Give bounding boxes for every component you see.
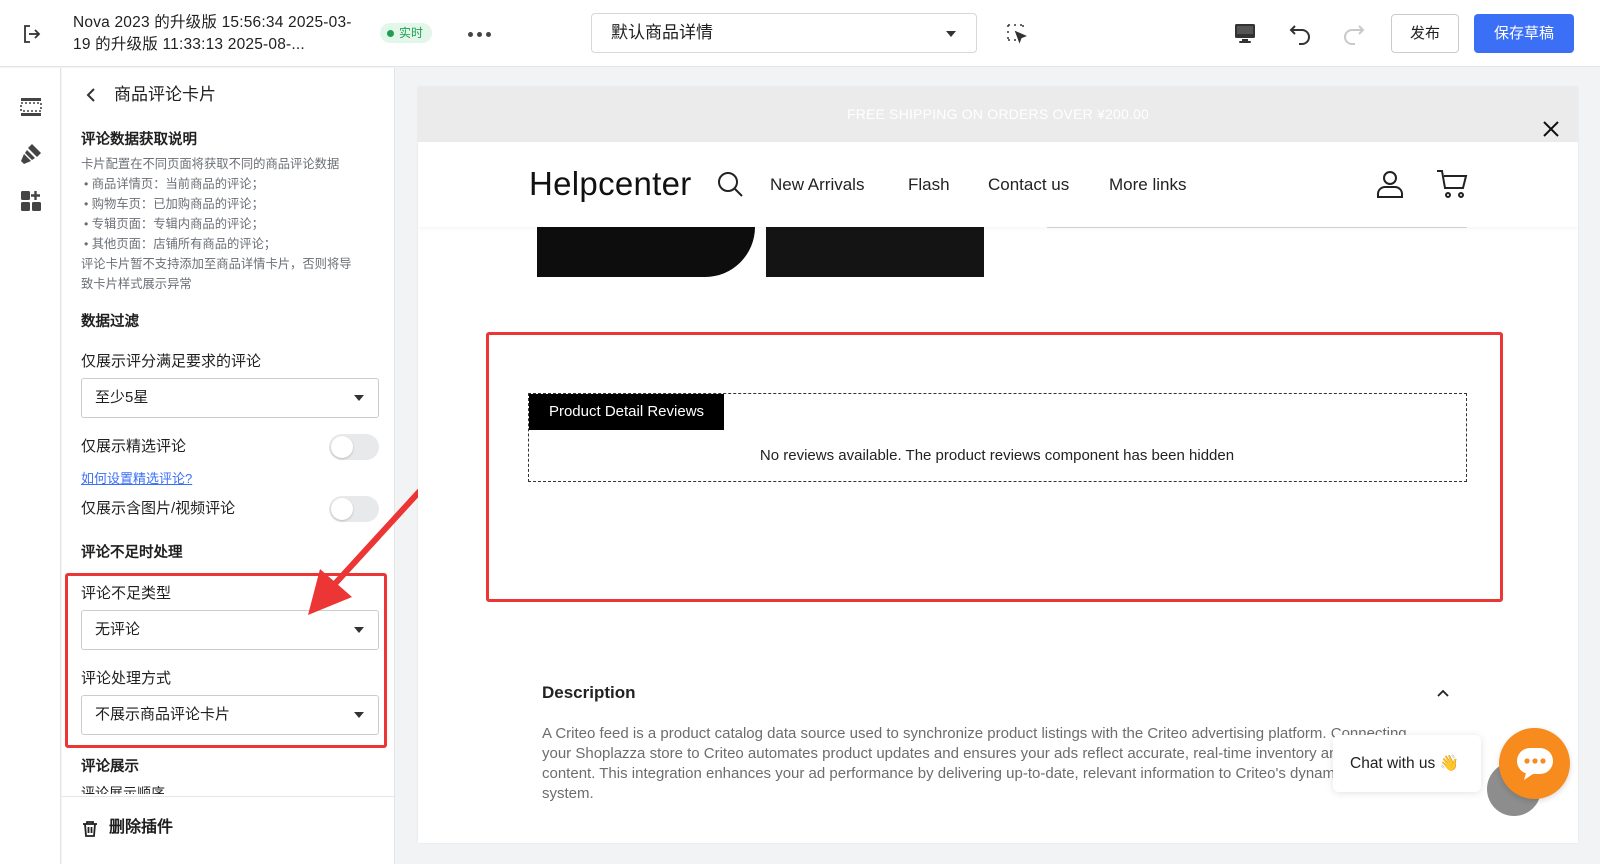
rating-filter-value: 至少5星 bbox=[95, 389, 149, 406]
display-heading: 评论展示 bbox=[81, 759, 139, 775]
data-source-heading: 评论数据获取说明 bbox=[81, 132, 197, 148]
rating-filter-label: 仅展示评分满足要求的评论 bbox=[81, 353, 262, 370]
element-select-icon[interactable] bbox=[1006, 23, 1028, 45]
media-filter-label: 仅展示含图片/视频评论 bbox=[81, 500, 236, 517]
delete-plugin-button[interactable]: 删除插件 bbox=[109, 816, 173, 840]
save-draft-button[interactable]: 保存草稿 bbox=[1474, 14, 1574, 53]
nav-link-more[interactable]: More links bbox=[1109, 174, 1186, 196]
rating-filter-select[interactable]: 至少5星 bbox=[81, 378, 379, 418]
featured-help-link[interactable]: 如何设置精选评论? bbox=[81, 470, 192, 488]
page-template-value: 默认商品详情 bbox=[611, 23, 713, 42]
featured-filter-label: 仅展示精选评论 bbox=[81, 438, 187, 455]
store-logo[interactable]: Helpcenter bbox=[529, 164, 692, 204]
insufficient-heading: 评论不足时处理 bbox=[81, 545, 183, 561]
description-heading[interactable]: Description bbox=[542, 682, 636, 704]
cart-icon[interactable] bbox=[1436, 169, 1468, 199]
featured-filter-toggle[interactable] bbox=[329, 434, 379, 460]
insufficient-type-label: 评论不足类型 bbox=[81, 585, 172, 602]
exit-icon[interactable] bbox=[20, 22, 44, 46]
chevron-up-icon[interactable] bbox=[1436, 686, 1450, 700]
reviews-empty-message: No reviews available. The product review… bbox=[759, 447, 1235, 464]
description-line: • 其他页面：店铺所有商品的评论； bbox=[84, 237, 277, 251]
product-image[interactable] bbox=[766, 227, 984, 277]
chevron-down-icon bbox=[946, 31, 956, 37]
undo-icon[interactable] bbox=[1287, 20, 1313, 46]
filter-heading: 数据过滤 bbox=[81, 314, 139, 330]
storefront-preview: FREE SHIPPING ON ORDERS OVER ¥200.00 Hel… bbox=[418, 87, 1578, 843]
handling-method-value: 不展示商品评论卡片 bbox=[95, 706, 231, 723]
description-line: 致卡片样式展示异常 bbox=[81, 277, 192, 291]
trash-icon[interactable] bbox=[81, 820, 99, 838]
more-options-icon[interactable] bbox=[468, 24, 494, 44]
nav-link-flash[interactable]: Flash bbox=[908, 174, 950, 196]
chevron-down-icon bbox=[354, 712, 364, 718]
search-icon[interactable] bbox=[716, 170, 744, 198]
nav-link-new-arrivals[interactable]: New Arrivals bbox=[770, 174, 864, 196]
handling-method-select[interactable]: 不展示商品评论卡片 bbox=[81, 695, 379, 735]
product-reviews-placeholder[interactable]: Product Detail Reviews No reviews availa… bbox=[528, 393, 1467, 482]
panel-title: 商品评论卡片 bbox=[114, 85, 216, 104]
editor-left-rail bbox=[0, 68, 61, 864]
panel-footer: 删除插件 bbox=[62, 796, 394, 864]
theme-version-title[interactable]: Nova 2023 的升级版 15:56:34 2025-03-19 的升级版 … bbox=[73, 12, 363, 56]
back-chevron-icon[interactable] bbox=[84, 87, 100, 103]
product-image[interactable] bbox=[537, 227, 755, 277]
reviews-section-tag: Product Detail Reviews bbox=[529, 394, 724, 430]
chat-icon bbox=[1517, 748, 1553, 780]
description-text: A Criteo feed is a product catalog data … bbox=[542, 725, 1422, 802]
chat-prompt-bubble[interactable]: Chat with us 👋 bbox=[1333, 735, 1481, 792]
chat-launcher-button[interactable] bbox=[1499, 728, 1570, 799]
description-line: 卡片配置在不同页面将获取不同的商品评论数据 bbox=[81, 157, 340, 171]
theme-style-icon[interactable] bbox=[19, 142, 43, 166]
page-template-select[interactable]: 默认商品详情 bbox=[591, 13, 977, 53]
account-icon[interactable] bbox=[1375, 169, 1405, 199]
chevron-down-icon bbox=[354, 627, 364, 633]
live-label: 实时 bbox=[399, 26, 424, 40]
redo-icon[interactable] bbox=[1341, 20, 1367, 46]
description-line: • 专辑页面：专辑内商品的评论； bbox=[84, 217, 264, 231]
handling-method-label: 评论处理方式 bbox=[81, 670, 172, 687]
sections-icon[interactable] bbox=[19, 94, 43, 118]
apps-icon[interactable] bbox=[19, 189, 43, 213]
insufficient-type-value: 无评论 bbox=[95, 621, 141, 638]
description-line: 评论卡片暂不支持添加至商品详情卡片，否则将导 bbox=[81, 257, 352, 271]
divider bbox=[1047, 227, 1467, 228]
site-header: Helpcenter New Arrivals Flash Contact us… bbox=[418, 142, 1578, 227]
description-line: • 商品详情页：当前商品的评论； bbox=[84, 177, 264, 191]
chevron-down-icon bbox=[354, 395, 364, 401]
description-line: • 购物车页：已加购商品的评论； bbox=[84, 197, 264, 211]
live-status-badge: 实时 bbox=[380, 23, 433, 43]
nav-link-contact[interactable]: Contact us bbox=[988, 174, 1069, 196]
announcement-bar: FREE SHIPPING ON ORDERS OVER ¥200.00 bbox=[418, 87, 1578, 142]
data-source-description: 卡片配置在不同页面将获取不同的商品评论数据 • 商品详情页：当前商品的评论； •… bbox=[81, 154, 381, 294]
editor-topbar: Nova 2023 的升级版 15:56:34 2025-03-19 的升级版 … bbox=[0, 0, 1600, 67]
close-icon[interactable] bbox=[1542, 106, 1560, 137]
live-dot-icon bbox=[387, 29, 394, 37]
desktop-preview-icon[interactable] bbox=[1232, 20, 1258, 46]
display-order-label: 评论展示顺序 bbox=[81, 785, 165, 794]
announcement-text: FREE SHIPPING ON ORDERS OVER ¥200.00 bbox=[846, 106, 1150, 122]
publish-button[interactable]: 发布 bbox=[1391, 14, 1459, 53]
